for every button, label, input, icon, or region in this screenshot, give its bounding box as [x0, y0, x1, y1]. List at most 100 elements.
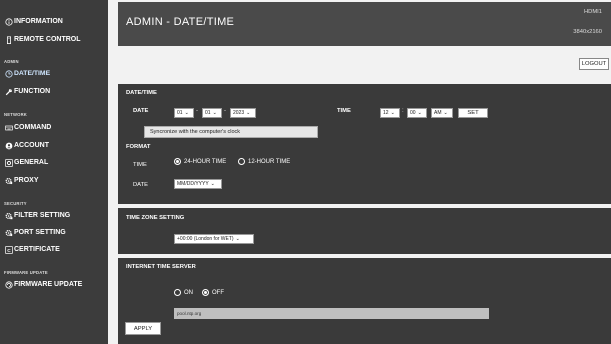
sidebar-item-label: FIRMWARE UPDATE	[14, 281, 83, 288]
sidebar-item-label: FUNCTION	[14, 88, 51, 95]
sidebar: INFORMATION REMOTE CONTROL ADMIN DATE/TI…	[0, 0, 108, 344]
ampm-value: AM	[434, 110, 442, 116]
minute-select[interactable]: 00 ⌄	[407, 108, 427, 118]
radio-12-hour[interactable]: 12-HOUR TIME	[238, 158, 290, 165]
page-header: ADMIN - DATE/TIME HDMI1 3840x2160	[118, 2, 611, 46]
apply-button[interactable]: APPLY	[125, 322, 161, 335]
chevron-down-icon: ⌄	[184, 110, 189, 116]
gear-icon	[4, 158, 13, 167]
certificate-icon: C	[4, 245, 13, 254]
chevron-down-icon: ⌄	[235, 236, 240, 242]
sidebar-section-firmware: FIRMWARE UPDATE	[4, 270, 48, 275]
sidebar-section-network: NETWORK	[4, 112, 28, 117]
sidebar-item-firmware-update[interactable]: FIRMWARE UPDATE	[4, 280, 82, 289]
time-label: TIME	[337, 108, 351, 114]
month-value: 01	[177, 110, 183, 116]
page-title: ADMIN - DATE/TIME	[126, 16, 235, 28]
chevron-down-icon: ⌄	[210, 181, 215, 187]
clock-icon	[4, 69, 13, 78]
sidebar-item-label: FILTER SETTING	[14, 212, 71, 219]
sidebar-section-admin: ADMIN	[4, 59, 19, 64]
sidebar-item-proxy[interactable]: PROXY	[4, 176, 39, 185]
radio-label: OFF	[212, 289, 224, 296]
network-gear-icon	[4, 176, 13, 185]
radio-ntp-off[interactable]: OFF	[202, 289, 224, 296]
wrench-icon	[4, 87, 13, 96]
radio-24-hour[interactable]: 24-HOUR TIME	[174, 158, 226, 165]
sidebar-section-security: SECURITY	[4, 201, 27, 206]
radio-label: ON	[184, 289, 193, 296]
sidebar-item-label: GENERAL	[14, 159, 49, 166]
timezone-value: +00:00 (London for WET)	[177, 236, 234, 242]
sidebar-item-port-setting[interactable]: PORT SETTING	[4, 228, 66, 237]
minute-value: 00	[410, 110, 416, 116]
sidebar-item-date-time[interactable]: DATE/TIME	[4, 69, 50, 78]
format-time-label: TIME	[133, 162, 147, 168]
sidebar-item-label: ACCOUNT	[14, 142, 49, 149]
info-circle-icon	[4, 17, 13, 26]
sidebar-item-label: DATE/TIME	[14, 70, 51, 77]
chevron-down-icon: ⌄	[212, 110, 217, 116]
sidebar-item-label: CERTIFICATE	[14, 246, 60, 253]
section-title-internet-time: INTERNET TIME SERVER	[126, 264, 196, 270]
logout-button[interactable]: LOGOUT	[579, 58, 609, 70]
set-time-button[interactable]: SET	[458, 108, 488, 118]
chevron-down-icon: ⌄	[390, 110, 395, 116]
chevron-down-icon: ⌄	[417, 110, 422, 116]
person-icon	[4, 141, 13, 150]
section-title-date-time: DATE/TIME	[126, 90, 157, 96]
timezone-select[interactable]: +00:00 (London for WET) ⌄	[174, 234, 254, 244]
date-label: DATE	[133, 108, 149, 114]
year-select[interactable]: 2023 ⌄	[230, 108, 256, 118]
month-select[interactable]: 01 ⌄	[174, 108, 194, 118]
sidebar-item-certificate[interactable]: C CERTIFICATE	[4, 245, 60, 254]
resolution-label: 3840x2160	[573, 29, 602, 35]
sidebar-item-command[interactable]: COMMAND	[4, 123, 51, 132]
radio-label: 12-HOUR TIME	[248, 158, 291, 165]
input-source-label: HDMI1	[583, 9, 602, 15]
ntp-server-input[interactable]	[174, 308, 489, 319]
date-separator: -	[224, 108, 226, 114]
date-format-select[interactable]: MM/DD/YYYY ⌄	[174, 179, 222, 189]
sidebar-item-label: PROXY	[14, 177, 39, 184]
keyboard-icon	[4, 123, 13, 132]
sidebar-item-label: INFORMATION	[14, 18, 63, 25]
sidebar-item-label: REMOTE CONTROL	[14, 36, 81, 43]
chevron-down-icon: ⌄	[443, 110, 448, 116]
section-title-timezone: TIME ZONE SETTING	[126, 215, 185, 221]
sidebar-item-function[interactable]: FUNCTION	[4, 87, 50, 96]
sidebar-item-label: COMMAND	[14, 124, 52, 131]
radio-ntp-on[interactable]: ON	[174, 289, 193, 296]
ampm-select[interactable]: AM ⌄	[431, 108, 453, 118]
day-select[interactable]: 01 ⌄	[202, 108, 222, 118]
sidebar-item-filter-setting[interactable]: FILTER SETTING	[4, 211, 70, 220]
radio-dot-selected	[174, 158, 181, 165]
sidebar-item-information[interactable]: INFORMATION	[4, 17, 63, 26]
hour-select[interactable]: 12 ⌄	[380, 108, 400, 118]
shield-gear-icon	[4, 211, 13, 220]
svg-text:C: C	[7, 247, 11, 253]
radio-dot	[174, 289, 181, 296]
day-value: 01	[205, 110, 211, 116]
radio-dot-selected	[202, 289, 209, 296]
section-title-format: FORMAT	[126, 144, 151, 150]
remote-icon	[4, 35, 13, 44]
chevron-down-icon: ⌄	[246, 110, 251, 116]
radio-label: 24-HOUR TIME	[184, 158, 227, 165]
internet-time-panel: INTERNET TIME SERVER	[118, 258, 611, 344]
year-value: 2023	[233, 110, 245, 116]
sidebar-item-general[interactable]: GENERAL	[4, 158, 48, 167]
sidebar-item-label: PORT SETTING	[14, 229, 66, 236]
radio-dot	[238, 158, 245, 165]
sidebar-item-account[interactable]: ACCOUNT	[4, 141, 49, 150]
refresh-circle-icon	[4, 280, 13, 289]
sidebar-item-remote-control[interactable]: REMOTE CONTROL	[4, 35, 81, 44]
time-separator: :	[402, 108, 404, 114]
network-gear-icon	[4, 228, 13, 237]
timezone-panel: TIME ZONE SETTING	[118, 208, 611, 254]
date-separator: -	[196, 108, 198, 114]
format-date-label: DATE	[133, 182, 149, 188]
date-format-value: MM/DD/YYYY	[177, 181, 209, 187]
sync-clock-tooltip: Syncronize with the computer's clock	[144, 126, 318, 138]
hour-value: 12	[383, 110, 389, 116]
